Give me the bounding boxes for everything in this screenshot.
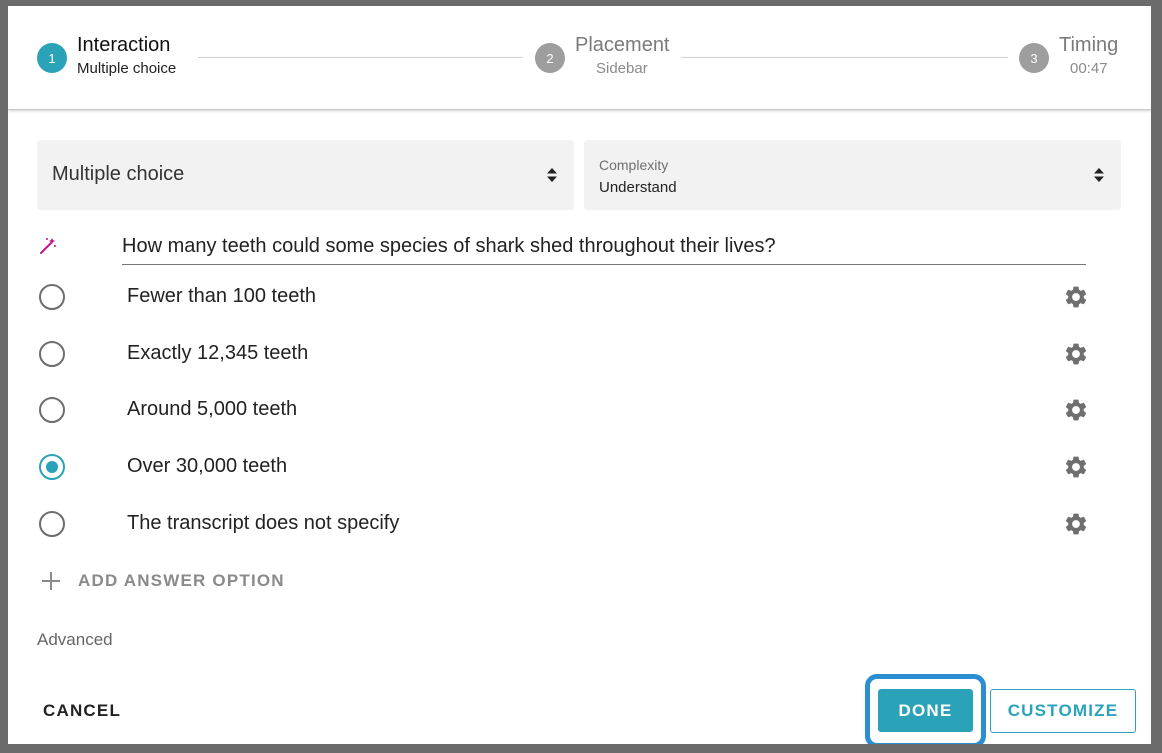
gear-icon[interactable]	[1063, 397, 1089, 423]
step-connector	[681, 57, 1008, 58]
answer-radio[interactable]	[39, 341, 65, 367]
answer-label[interactable]: Over 30,000 teeth	[127, 455, 287, 478]
gear-icon[interactable]	[1063, 454, 1089, 480]
interaction-type-value: Multiple choice	[52, 163, 185, 185]
sort-arrows-icon	[1094, 168, 1104, 182]
step-connector	[198, 57, 523, 58]
answer-option: Over 30,000 teeth	[8, 442, 1151, 492]
step-3-number[interactable]: 3	[1019, 43, 1049, 73]
done-button[interactable]: DONE	[878, 689, 973, 732]
answer-radio[interactable]	[39, 397, 65, 423]
answer-option: Fewer than 100 teeth	[8, 272, 1151, 322]
question-underline	[122, 264, 1086, 265]
gear-icon[interactable]	[1063, 284, 1089, 310]
advanced-link[interactable]: Advanced	[37, 630, 113, 650]
plus-icon	[42, 572, 60, 590]
interaction-type-select[interactable]: Multiple choice	[37, 140, 574, 210]
step-1-number[interactable]: 1	[37, 43, 67, 73]
sort-arrows-icon	[547, 168, 557, 182]
question-input[interactable]: How many teeth could some species of sha…	[122, 235, 776, 258]
interaction-dialog: 1 Interaction Multiple choice 2 Placemen…	[8, 6, 1151, 744]
step-2-subtitle: Sidebar	[596, 60, 648, 77]
add-answer-option-button[interactable]: ADD ANSWER OPTION	[39, 569, 285, 593]
add-answer-option-label: ADD ANSWER OPTION	[78, 571, 285, 590]
answer-option: The transcript does not specify	[8, 499, 1151, 549]
answer-label[interactable]: Fewer than 100 teeth	[127, 285, 316, 308]
complexity-value: Understand	[599, 179, 677, 196]
answer-option: Around 5,000 teeth	[8, 385, 1151, 435]
gear-icon[interactable]	[1063, 341, 1089, 367]
step-3-title[interactable]: Timing	[1059, 34, 1118, 57]
customize-button[interactable]: CUSTOMIZE	[990, 689, 1136, 733]
answer-radio-selected[interactable]	[39, 454, 65, 480]
step-2-number[interactable]: 2	[535, 43, 565, 73]
step-2-title[interactable]: Placement	[575, 34, 670, 57]
gear-icon[interactable]	[1063, 511, 1089, 537]
step-1-title[interactable]: Interaction	[77, 34, 170, 57]
answer-label[interactable]: Around 5,000 teeth	[127, 398, 297, 421]
cancel-button[interactable]: CANCEL	[43, 701, 121, 721]
answer-option: Exactly 12,345 teeth	[8, 329, 1151, 379]
answer-radio[interactable]	[39, 284, 65, 310]
stepper: 1 Interaction Multiple choice 2 Placemen…	[8, 6, 1151, 110]
answer-label[interactable]: Exactly 12,345 teeth	[127, 342, 308, 365]
answer-radio[interactable]	[39, 511, 65, 537]
step-1-subtitle: Multiple choice	[77, 60, 177, 77]
answer-label[interactable]: The transcript does not specify	[127, 512, 399, 535]
magic-wand-icon[interactable]	[39, 237, 57, 255]
step-3-subtitle: 00:47	[1070, 60, 1108, 77]
complexity-label: Complexity	[599, 157, 669, 173]
complexity-select[interactable]: Complexity Understand	[584, 140, 1121, 210]
